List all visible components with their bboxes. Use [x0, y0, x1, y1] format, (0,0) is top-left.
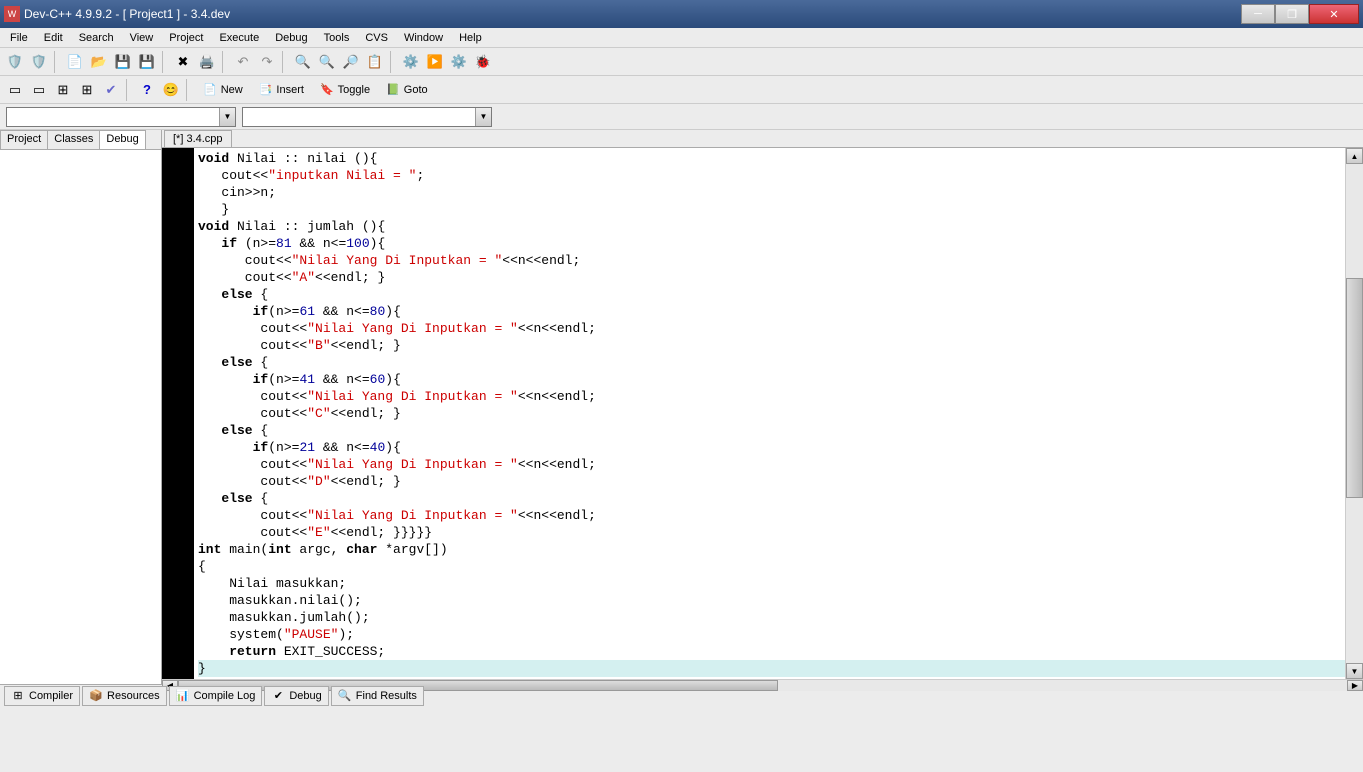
- bottom-tab-find-results[interactable]: 🔍 Find Results: [331, 686, 424, 706]
- menu-debug[interactable]: Debug: [267, 30, 315, 46]
- goto-line-icon[interactable]: 📋: [364, 51, 386, 73]
- bottom-blank: [0, 706, 1363, 746]
- scroll-thumb[interactable]: [1346, 278, 1363, 498]
- tab-label: Compile Log: [194, 690, 256, 702]
- menu-project[interactable]: Project: [161, 30, 211, 46]
- editor-gutter: [162, 148, 194, 679]
- find-next-icon[interactable]: 🔎: [340, 51, 362, 73]
- menu-tools[interactable]: Tools: [316, 30, 358, 46]
- left-tab-classes[interactable]: Classes: [47, 130, 100, 149]
- menu-view[interactable]: View: [122, 30, 162, 46]
- app-icon: W: [4, 6, 20, 22]
- debug-run-icon[interactable]: 🐞: [472, 51, 494, 73]
- shield-2-icon[interactable]: 🛡️: [28, 51, 50, 73]
- smiley-icon[interactable]: 😊: [160, 79, 182, 101]
- left-tab-project[interactable]: Project: [0, 130, 48, 149]
- vertical-scrollbar[interactable]: ▲ ▼: [1345, 148, 1363, 679]
- file-tab[interactable]: [*] 3.4.cpp: [164, 130, 232, 147]
- menu-edit[interactable]: Edit: [36, 30, 71, 46]
- tab-icon: 📊: [176, 689, 190, 703]
- toolbar-2: ▭ ▭ ⊞ ⊞ ✔ ? 😊 📄New 📑Insert 🔖Toggle 📗Goto: [0, 76, 1363, 104]
- bottom-tab-debug[interactable]: ✔ Debug: [264, 686, 328, 706]
- maximize-button[interactable]: ❐: [1275, 4, 1309, 24]
- tab-icon: 🔍: [338, 689, 352, 703]
- toolbar-1: 🛡️ 🛡️ 📄 📂 💾 💾 ✖ 🖨️ ↶ ↷ 🔍 🔍 🔎 📋 ⚙️ ▶️ ⚙️ …: [0, 48, 1363, 76]
- left-panel-content: [0, 150, 161, 684]
- scroll-up-icon[interactable]: ▲: [1346, 148, 1363, 164]
- compile-icon[interactable]: ⚙️: [400, 51, 422, 73]
- open-icon[interactable]: 📂: [88, 51, 110, 73]
- close-button[interactable]: ✕: [1309, 4, 1359, 24]
- close-file-icon[interactable]: ✖: [172, 51, 194, 73]
- panel-2-icon[interactable]: ▭: [28, 79, 50, 101]
- goto-icon: 📗: [386, 83, 400, 96]
- menu-cvs[interactable]: CVS: [357, 30, 396, 46]
- menu-search[interactable]: Search: [71, 30, 122, 46]
- tab-label: Compiler: [29, 690, 73, 702]
- menu-bar: FileEditSearchViewProjectExecuteDebugToo…: [0, 28, 1363, 48]
- tab-icon: 📦: [89, 689, 103, 703]
- undo-icon[interactable]: ↶: [232, 51, 254, 73]
- window-title: Dev-C++ 4.9.9.2 - [ Project1 ] - 3.4.dev: [24, 7, 1241, 21]
- new-doc-icon: 📄: [203, 83, 217, 96]
- compile-run-icon[interactable]: ⚙️: [448, 51, 470, 73]
- tab-label: Find Results: [356, 690, 417, 702]
- save-icon[interactable]: 💾: [112, 51, 134, 73]
- menu-help[interactable]: Help: [451, 30, 490, 46]
- new-button[interactable]: 📄New: [196, 79, 250, 101]
- tab-label: Debug: [289, 690, 321, 702]
- tab-icon: ⊞: [11, 689, 25, 703]
- left-tab-debug[interactable]: Debug: [99, 130, 145, 149]
- print-icon[interactable]: 🖨️: [196, 51, 218, 73]
- new-file-icon[interactable]: 📄: [64, 51, 86, 73]
- find-icon[interactable]: 🔍: [292, 51, 314, 73]
- combo-1[interactable]: ▼: [6, 107, 236, 127]
- shield-1-icon[interactable]: 🛡️: [4, 51, 26, 73]
- left-panel: ProjectClassesDebug: [0, 130, 162, 684]
- panel-4-icon[interactable]: ⊞: [76, 79, 98, 101]
- code-editor[interactable]: void Nilai :: nilai (){ cout<<"inputkan …: [194, 148, 1345, 679]
- bottom-tab-compiler[interactable]: ⊞ Compiler: [4, 686, 80, 706]
- bottom-tab-resources[interactable]: 📦 Resources: [82, 686, 167, 706]
- replace-icon[interactable]: 🔍: [316, 51, 338, 73]
- scroll-right-icon[interactable]: ▶: [1347, 680, 1363, 691]
- combo-bar: ▼ ▼: [0, 104, 1363, 130]
- chevron-down-icon: ▼: [475, 108, 491, 126]
- scroll-down-icon[interactable]: ▼: [1346, 663, 1363, 679]
- chevron-down-icon: ▼: [219, 108, 235, 126]
- toggle-icon: 🔖: [320, 83, 334, 96]
- save-all-icon[interactable]: 💾: [136, 51, 158, 73]
- bottom-tab-compile-log[interactable]: 📊 Compile Log: [169, 686, 263, 706]
- tab-label: Resources: [107, 690, 160, 702]
- check-icon[interactable]: ✔: [100, 79, 122, 101]
- editor-panel: [*] 3.4.cpp void Nilai :: nilai (){ cout…: [162, 130, 1363, 684]
- toggle-button[interactable]: 🔖Toggle: [313, 79, 377, 101]
- help-icon[interactable]: ?: [136, 79, 158, 101]
- minimize-button[interactable]: ─: [1241, 4, 1275, 24]
- menu-window[interactable]: Window: [396, 30, 451, 46]
- menu-execute[interactable]: Execute: [211, 30, 267, 46]
- run-icon[interactable]: ▶️: [424, 51, 446, 73]
- redo-icon[interactable]: ↷: [256, 51, 278, 73]
- menu-file[interactable]: File: [2, 30, 36, 46]
- tab-icon: ✔: [271, 689, 285, 703]
- panel-1-icon[interactable]: ▭: [4, 79, 26, 101]
- insert-button[interactable]: 📑Insert: [252, 79, 311, 101]
- insert-icon: 📑: [259, 83, 273, 96]
- window-titlebar: W Dev-C++ 4.9.9.2 - [ Project1 ] - 3.4.d…: [0, 0, 1363, 28]
- goto-button[interactable]: 📗Goto: [379, 79, 435, 101]
- combo-2[interactable]: ▼: [242, 107, 492, 127]
- panel-3-icon[interactable]: ⊞: [52, 79, 74, 101]
